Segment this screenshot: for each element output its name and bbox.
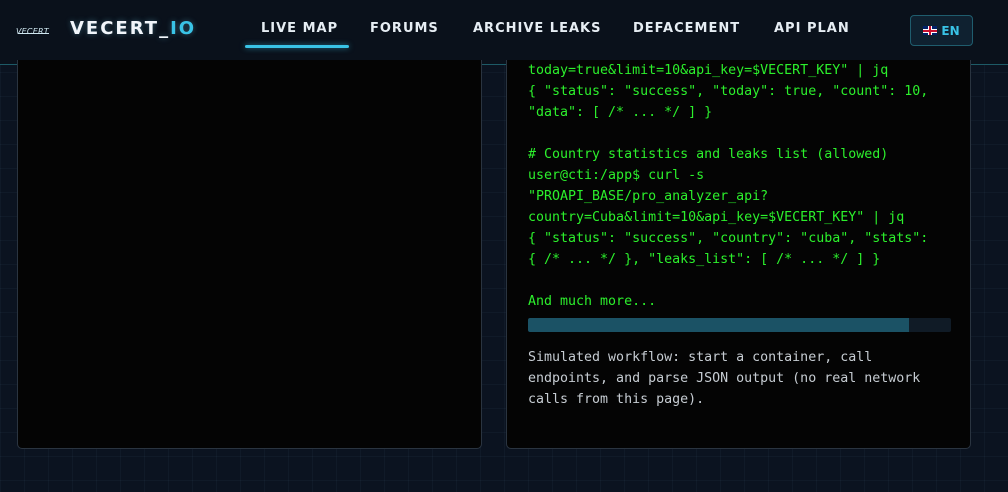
terminal-prompt: user@cti:/app$ curl -s — [528, 168, 705, 183]
nav-live-map[interactable]: LIVE MAP — [261, 21, 338, 36]
live-map-panel[interactable] — [17, 60, 482, 449]
terminal-line: "data": [ /* ... */ ] } — [528, 105, 713, 120]
brand-main-text: VECERT_ — [70, 18, 171, 39]
nav-defacement[interactable]: DEFACEMENT — [633, 21, 740, 36]
nav-forums[interactable]: FORUMS — [370, 21, 439, 36]
description-line: Simulated workflow: start a container, c… — [528, 350, 873, 365]
progress-bar — [528, 318, 951, 332]
terminal-line: { "status": "success", "today": true, "c… — [528, 84, 929, 99]
nav-api-plan[interactable]: API PLAN — [774, 21, 850, 36]
terminal-line: { "status": "success", "country": "cuba"… — [528, 231, 929, 246]
workflow-description: Simulated workflow: start a container, c… — [528, 347, 920, 410]
terminal-line: "PROAPI_BASE/pro_analyzer_api? — [528, 189, 769, 204]
terminal-line: country=Cuba&limit=10&api_key=$VECERT_KE… — [528, 210, 905, 225]
language-button[interactable]: EN — [910, 15, 973, 46]
progress-fill — [528, 318, 909, 332]
terminal-comment: # Country statistics and leaks list (all… — [528, 147, 889, 162]
description-line: endpoints, and parse JSON output (no rea… — [528, 371, 921, 386]
brand-accent-text: IO — [170, 18, 197, 39]
nav-archive-leaks[interactable]: ARCHIVE LEAKS — [473, 21, 601, 36]
terminal-line: { /* ... */ }, "leaks_list": [ /* ... */… — [528, 252, 881, 267]
top-navbar: VECERT VECERT_IO LIVE MAP FORUMS ARCHIVE… — [0, 0, 1008, 65]
terminal-line: today=true&limit=10&api_key=$VECERT_KEY"… — [528, 63, 889, 78]
terminal-panel: today=true&limit=10&api_key=$VECERT_KEY"… — [506, 60, 971, 449]
logo-icon[interactable]: VECERT — [16, 27, 49, 36]
uk-flag-icon — [923, 26, 938, 35]
language-label: EN — [941, 23, 960, 38]
nav-active-indicator — [245, 45, 349, 48]
brand-title[interactable]: VECERT_IO — [70, 18, 196, 39]
terminal-more-text: And much more... — [528, 294, 657, 309]
description-line: calls from this page). — [528, 392, 705, 407]
